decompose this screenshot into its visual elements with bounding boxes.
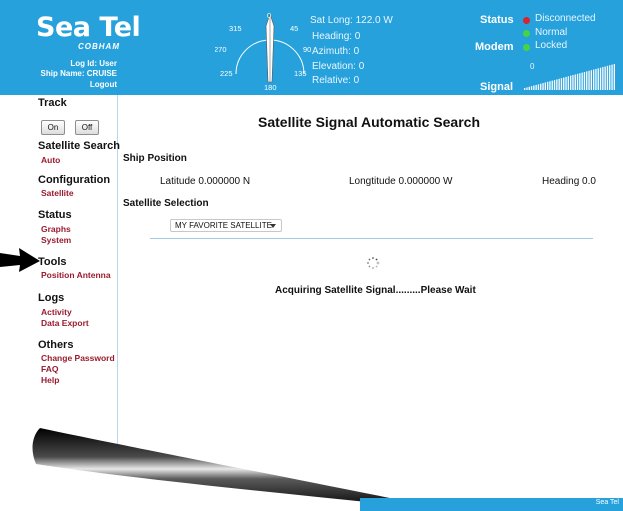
acquiring-signal-message: Acquiring Satellite Signal.........Pleas… [275, 285, 476, 296]
pointer-arrow-icon [0, 248, 40, 272]
sidebar-heading-tools: Tools [38, 256, 67, 268]
track-on-button[interactable]: On [41, 120, 65, 135]
sidebar-item-faq[interactable]: FAQ [41, 364, 58, 374]
sidebar-item-auto[interactable]: Auto [41, 155, 60, 165]
sidebar-heading-track: Track [38, 97, 67, 109]
heading-value: Heading 0.0 [542, 176, 596, 187]
compass-label-225: 225 [220, 69, 233, 78]
compass-label-45: 45 [290, 24, 298, 33]
modem-label: Modem [475, 41, 514, 53]
disconnected-status-text: Disconnected [535, 13, 596, 24]
signal-strength-bars-icon [524, 64, 615, 90]
satellite-select[interactable]: MY FAVORITE SATELLITE [170, 219, 282, 232]
status-label: Status [480, 14, 514, 26]
sidebar-heading-configuration: Configuration [38, 174, 111, 186]
disconnected-status-icon [523, 17, 530, 24]
sidebar-item-help[interactable]: Help [41, 375, 59, 385]
sidebar-item-graphs[interactable]: Graphs [41, 224, 71, 234]
compass-dial: 0 45 90 135 180 225 270 315 [215, 11, 311, 92]
relative-readout: Relative: 0 [312, 75, 360, 86]
sidebar-item-data-export[interactable]: Data Export [41, 318, 89, 328]
compass-label-0: 0 [267, 11, 271, 20]
sat-long-readout: Sat Long: 122.0 W [310, 15, 393, 26]
sidebar-heading-satellite-search: Satellite Search [38, 140, 120, 152]
satellite-select-value: MY FAVORITE SATELLITE [175, 221, 272, 230]
footer-text: Sea Tel [595, 499, 619, 506]
compass-label-90: 90 [303, 45, 311, 54]
sidebar-item-activity[interactable]: Activity [41, 307, 72, 317]
page-title: Satellite Signal Automatic Search [258, 114, 480, 130]
header-bar: Sea Tel COBHAM Log Id: User Ship Name: C… [0, 0, 623, 95]
satellite-selection-heading: Satellite Selection [123, 198, 209, 209]
compass-label-135: 135 [294, 69, 307, 78]
heading-readout: Heading: 0 [312, 31, 361, 42]
section-divider [150, 238, 593, 239]
sidebar-heading-others: Others [38, 339, 74, 351]
signal-label: Signal [480, 81, 514, 93]
modem-locked-text: Locked [535, 40, 568, 51]
normal-status-text: Normal [535, 27, 568, 38]
sidebar-heading-status: Status [38, 209, 72, 221]
elevation-readout: Elevation: 0 [312, 61, 365, 72]
sidebar-item-system[interactable]: System [41, 235, 71, 245]
sea-tel-logo: Sea Tel [36, 12, 141, 43]
track-off-button[interactable]: Off [75, 120, 99, 135]
normal-status-icon [523, 30, 530, 37]
signal-value: 0 [530, 62, 535, 71]
sidebar-item-change-password[interactable]: Change Password [41, 353, 115, 363]
sidebar-heading-logs: Logs [38, 292, 65, 304]
sidebar-item-position-antenna[interactable]: Position Antenna [41, 270, 111, 280]
longitude-value: Longtitude 0.000000 W [349, 176, 453, 187]
sidebar-item-satellite[interactable]: Satellite [41, 188, 74, 198]
log-id-label: Log Id: User [70, 59, 117, 68]
logout-link[interactable]: Logout [90, 80, 117, 89]
azimuth-readout: Azimuth: 0 [312, 46, 360, 57]
compass-label-315: 315 [229, 24, 242, 33]
ship-name-label: Ship Name: CRUISE [40, 69, 117, 78]
modem-locked-icon [523, 44, 530, 51]
latitude-value: Latitude 0.000000 N [160, 176, 251, 187]
ship-position-heading: Ship Position [123, 153, 187, 164]
compass-label-270: 270 [215, 45, 227, 54]
compass-label-180: 180 [264, 83, 277, 92]
footer-bar: Sea Tel [360, 498, 623, 511]
loading-spinner-icon [367, 257, 380, 269]
chevron-down-icon [270, 224, 276, 228]
cobham-logo: COBHAM [78, 42, 120, 51]
